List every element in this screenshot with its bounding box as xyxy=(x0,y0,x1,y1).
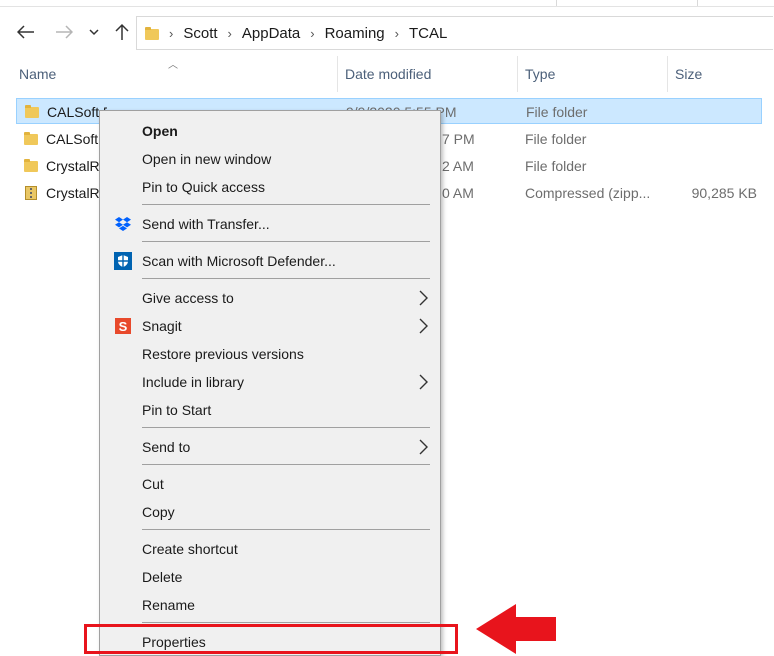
file-size xyxy=(668,99,758,125)
chevron-right-icon[interactable]: › xyxy=(310,26,314,41)
context-menu: Open Open in new window Pin to Quick acc… xyxy=(99,110,441,656)
menu-separator xyxy=(142,241,430,242)
menu-item-label: Open xyxy=(142,123,178,139)
menu-separator xyxy=(142,427,430,428)
menu-item-label: Pin to Quick access xyxy=(142,179,265,195)
column-header-size[interactable]: Size xyxy=(675,56,702,92)
menu-item-delete[interactable]: Delete xyxy=(100,563,440,591)
file-date: 2 AM xyxy=(442,158,474,174)
file-name: CrystalR xyxy=(46,185,100,201)
menu-item-create-shortcut[interactable]: Create shortcut xyxy=(100,535,440,563)
menu-item-label: Include in library xyxy=(142,374,244,390)
chevron-right-icon xyxy=(419,439,428,455)
breadcrumb-item[interactable]: TCAL xyxy=(409,25,447,42)
title-strip xyxy=(0,0,774,7)
file-type: File folder xyxy=(525,158,587,174)
breadcrumb-item[interactable]: AppData xyxy=(242,25,300,42)
breadcrumb-item[interactable]: Roaming xyxy=(325,25,385,42)
column-header-name[interactable]: Name xyxy=(19,56,56,92)
menu-item-rename[interactable]: Rename xyxy=(100,591,440,619)
menu-item-label: Restore previous versions xyxy=(142,346,304,362)
red-arrow-icon xyxy=(476,604,556,654)
menu-item-label: Cut xyxy=(142,476,164,492)
chevron-right-icon xyxy=(419,374,428,390)
snagit-icon: S xyxy=(115,318,131,334)
menu-item-label: Copy xyxy=(142,504,175,520)
menu-item-label: Snagit xyxy=(142,318,182,334)
file-size xyxy=(667,126,757,152)
folder-icon xyxy=(24,159,38,172)
dropbox-icon xyxy=(115,217,131,231)
menu-item-pin-quick-access[interactable]: Pin to Quick access xyxy=(100,173,440,201)
menu-item-open[interactable]: Open xyxy=(100,117,440,145)
menu-item-cut[interactable]: Cut xyxy=(100,470,440,498)
column-divider[interactable] xyxy=(337,56,338,92)
folder-icon xyxy=(145,27,159,40)
menu-item-send-with-transfer[interactable]: Send with Transfer... xyxy=(100,210,440,238)
menu-item-scan-defender[interactable]: Scan with Microsoft Defender... xyxy=(100,247,440,275)
title-strip-segment xyxy=(0,0,557,6)
file-type: File folder xyxy=(525,131,587,147)
file-type: Compressed (zipp... xyxy=(525,185,651,201)
menu-item-label: Delete xyxy=(142,569,183,585)
up-arrow-icon xyxy=(115,23,129,40)
file-name: CALSoft 5 xyxy=(47,104,107,120)
menu-separator xyxy=(142,529,430,530)
address-bar[interactable]: › Scott › AppData › Roaming › TCAL xyxy=(136,16,773,50)
menu-separator xyxy=(142,464,430,465)
title-strip-segment xyxy=(557,0,698,6)
file-size xyxy=(667,153,757,179)
highlight-box xyxy=(84,624,458,654)
forward-button[interactable] xyxy=(50,18,78,46)
back-arrow-icon xyxy=(17,25,34,39)
breadcrumb-item[interactable]: Scott xyxy=(183,25,217,42)
menu-item-pin-start[interactable]: Pin to Start xyxy=(100,396,440,424)
menu-item-snagit[interactable]: S Snagit xyxy=(100,312,440,340)
column-divider[interactable] xyxy=(517,56,518,92)
column-header-type[interactable]: Type xyxy=(525,56,555,92)
menu-separator xyxy=(142,278,430,279)
column-headers: Name Date modified Type Size xyxy=(0,56,774,92)
menu-item-label: Send to xyxy=(142,439,191,455)
menu-separator xyxy=(142,204,430,205)
menu-item-label: Pin to Start xyxy=(142,402,212,418)
menu-item-label: Scan with Microsoft Defender... xyxy=(142,253,336,269)
zip-icon xyxy=(24,186,38,200)
menu-item-label: Create shortcut xyxy=(142,541,238,557)
folder-icon xyxy=(24,132,38,145)
defender-shield-icon xyxy=(114,252,132,270)
menu-item-label: Open in new window xyxy=(142,151,272,167)
chevron-right-icon xyxy=(419,318,428,334)
column-header-date[interactable]: Date modified xyxy=(345,56,431,92)
menu-item-label: Rename xyxy=(142,597,195,613)
chevron-down-icon xyxy=(89,28,99,35)
file-size: 90,285 KB xyxy=(691,185,757,201)
folder-icon xyxy=(25,105,39,118)
file-date: 7 PM xyxy=(442,131,475,147)
recent-locations-button[interactable] xyxy=(82,18,106,46)
chevron-right-icon[interactable]: › xyxy=(228,26,232,41)
menu-item-label: Send with Transfer... xyxy=(142,216,270,232)
menu-item-give-access[interactable]: Give access to xyxy=(100,284,440,312)
menu-item-send-to[interactable]: Send to xyxy=(100,433,440,461)
menu-item-include-library[interactable]: Include in library xyxy=(100,368,440,396)
file-name: CrystalR xyxy=(46,158,100,174)
navigation-bar: › Scott › AppData › Roaming › TCAL xyxy=(0,12,774,52)
menu-item-copy[interactable]: Copy xyxy=(100,498,440,526)
menu-item-restore-versions[interactable]: Restore previous versions xyxy=(100,340,440,368)
menu-item-label: Give access to xyxy=(142,290,234,306)
menu-separator xyxy=(142,622,430,623)
svg-text:S: S xyxy=(119,319,128,334)
up-button[interactable] xyxy=(108,18,136,46)
file-name: CALSoft xyxy=(46,131,99,147)
forward-arrow-icon xyxy=(56,25,73,39)
chevron-right-icon[interactable]: › xyxy=(395,26,399,41)
menu-item-open-new-window[interactable]: Open in new window xyxy=(100,145,440,173)
file-type: File folder xyxy=(526,104,588,120)
chevron-right-icon[interactable]: › xyxy=(169,26,173,41)
column-divider[interactable] xyxy=(667,56,668,92)
chevron-right-icon xyxy=(419,290,428,306)
back-button[interactable] xyxy=(12,18,40,46)
file-date: 0 AM xyxy=(442,185,474,201)
